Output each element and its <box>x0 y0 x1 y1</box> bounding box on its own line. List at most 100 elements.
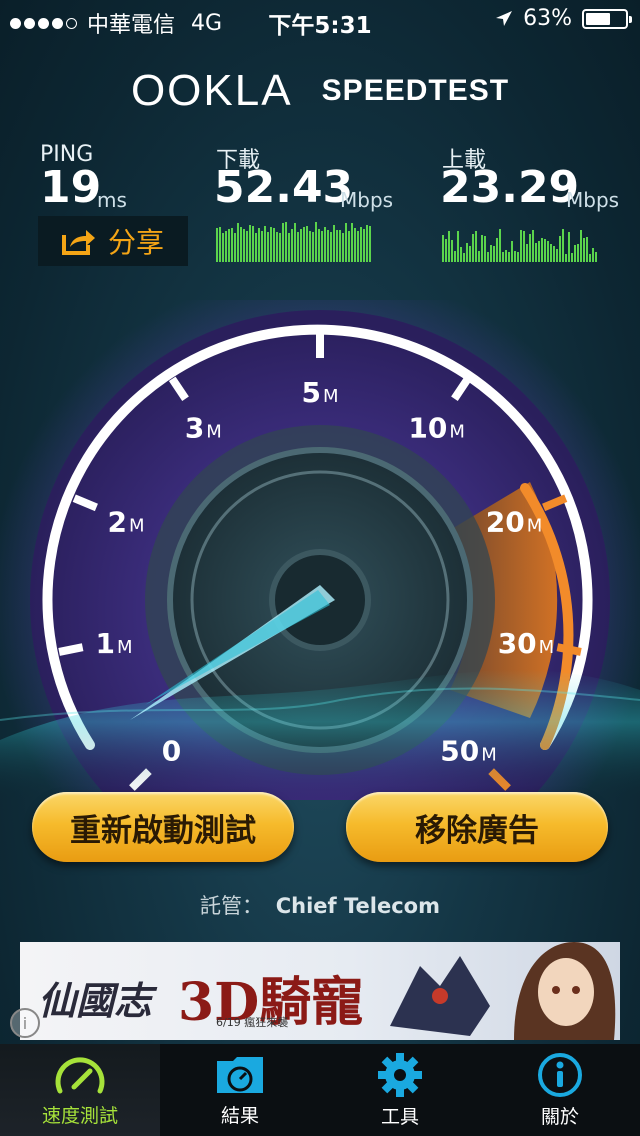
sparkline-bar <box>294 223 296 262</box>
ookla-logo: OOKLA <box>130 66 293 115</box>
sparkline-bar <box>321 231 323 262</box>
sparkline-bar <box>508 252 510 262</box>
sparkline-bar <box>550 244 552 262</box>
status-right: 63% <box>495 6 632 31</box>
upload-unit: Mbps <box>566 188 620 212</box>
sparkline-bar <box>490 245 492 262</box>
sparkline-bar <box>505 250 507 262</box>
tab-about[interactable]: 關於 <box>480 1044 640 1136</box>
speedtest-title: SPEEDTEST <box>321 74 510 107</box>
sparkline-bar <box>535 243 537 262</box>
sparkline-bar <box>451 240 453 262</box>
upload-sparkline <box>442 222 600 262</box>
sparkline-bar <box>330 232 332 262</box>
download-value: 52.43 <box>214 162 354 213</box>
sparkline-bar <box>466 243 468 262</box>
sparkline-bar <box>583 238 585 262</box>
sparkline-bar <box>339 230 341 262</box>
sparkline-bar <box>559 236 561 262</box>
sparkline-bar <box>475 231 477 262</box>
ad-info-icon[interactable]: i <box>10 1008 40 1038</box>
upload-value: 23.29 <box>440 162 580 213</box>
sparkline-bar <box>529 234 531 262</box>
sparkline-bar <box>270 227 272 262</box>
tab-speedtest[interactable]: 速度測試 <box>0 1044 160 1136</box>
sparkline-bar <box>225 231 227 262</box>
ad-character-icon <box>514 942 616 1040</box>
sparkline-bar <box>216 228 218 262</box>
sparkline-bar <box>460 247 462 262</box>
sparkline-bar <box>366 225 368 262</box>
share-arrow-icon <box>61 230 95 255</box>
status-bar: 中華電信 4G 下午5:31 63% <box>0 0 640 40</box>
sparkline-bar <box>556 249 558 262</box>
tab-tools-label: 工具 <box>380 1105 419 1128</box>
sparkline-bar <box>363 229 365 262</box>
sparkline-bar <box>279 233 281 262</box>
sparkline-bar <box>520 230 522 262</box>
sparkline-bar <box>565 254 567 262</box>
sparkline-bar <box>574 245 576 262</box>
tab-tools[interactable]: 工具 <box>320 1044 480 1136</box>
ping-value: 19 <box>40 162 102 213</box>
sparkline-bar <box>493 246 495 262</box>
remove-ads-button[interactable]: 移除廣告 <box>346 792 608 862</box>
gauge-tick <box>556 643 582 656</box>
sparkline-bar <box>499 229 501 262</box>
ad-banner[interactable]: 仙國志 3D騎寵 6/19 瘋狂來襲 <box>20 942 620 1040</box>
sparkline-bar <box>300 229 302 262</box>
sparkline-bar <box>445 239 447 262</box>
location-arrow-icon <box>496 10 513 26</box>
sparkline-bar <box>478 251 480 262</box>
sparkline-bar <box>324 227 326 262</box>
sparkline-bar <box>345 223 347 262</box>
download-sparkline <box>216 222 374 262</box>
sparkline-bar <box>240 227 242 262</box>
sparkline-bar <box>517 252 519 262</box>
sparkline-bar <box>255 233 257 262</box>
sparkline-bar <box>354 228 356 262</box>
sparkline-bar <box>595 252 597 262</box>
sparkline-bar <box>282 223 284 262</box>
sparkline-bar <box>297 232 299 262</box>
sparkline-bar <box>276 232 278 262</box>
ad-date: 6/19 瘋狂來襲 <box>216 1016 289 1029</box>
sparkline-bar <box>457 231 459 262</box>
sparkline-bar <box>454 251 456 262</box>
tab-results[interactable]: 結果 <box>160 1044 320 1136</box>
sparkline-bar <box>547 241 549 262</box>
sparkline-bar <box>315 222 317 262</box>
sparkline-bar <box>306 226 308 262</box>
sparkline-bar <box>291 229 293 262</box>
sparkline-bar <box>351 223 353 262</box>
sparkline-bar <box>369 226 371 262</box>
sparkline-bar <box>538 241 540 262</box>
speed-gauge: 01 M2 M3 M5 M10 M20 M30 M50 M <box>0 300 640 800</box>
sparkline-bar <box>234 233 236 262</box>
share-button[interactable]: 分享 <box>38 216 188 266</box>
battery-percent: 63% <box>523 6 572 31</box>
tab-about-label: 關於 <box>540 1105 579 1128</box>
sparkline-bar <box>592 248 594 262</box>
battery-icon <box>582 8 632 29</box>
host-label: 託管： <box>200 894 264 918</box>
host-name: Chief Telecom <box>275 894 440 918</box>
restart-test-button[interactable]: 重新啟動測試 <box>32 792 294 862</box>
gear-icon <box>378 1052 422 1097</box>
sparkline-bar <box>336 230 338 262</box>
gauge-tick-label: 0 <box>162 734 181 767</box>
ping-unit: ms <box>97 188 127 212</box>
sparkline-bar <box>514 251 516 262</box>
sparkline-bar <box>342 233 344 262</box>
sparkline-bar <box>442 235 444 262</box>
sparkline-bar <box>252 226 254 262</box>
sparkline-bar <box>481 235 483 262</box>
sparkline-bar <box>360 227 362 262</box>
sparkline-bar <box>273 228 275 262</box>
sparkline-bar <box>249 225 251 262</box>
sparkline-bar <box>502 252 504 262</box>
ad-dragon-icon <box>390 956 490 1036</box>
gauge-tick <box>58 643 84 656</box>
sparkline-bar <box>231 228 233 262</box>
sparkline-bar <box>222 233 224 262</box>
